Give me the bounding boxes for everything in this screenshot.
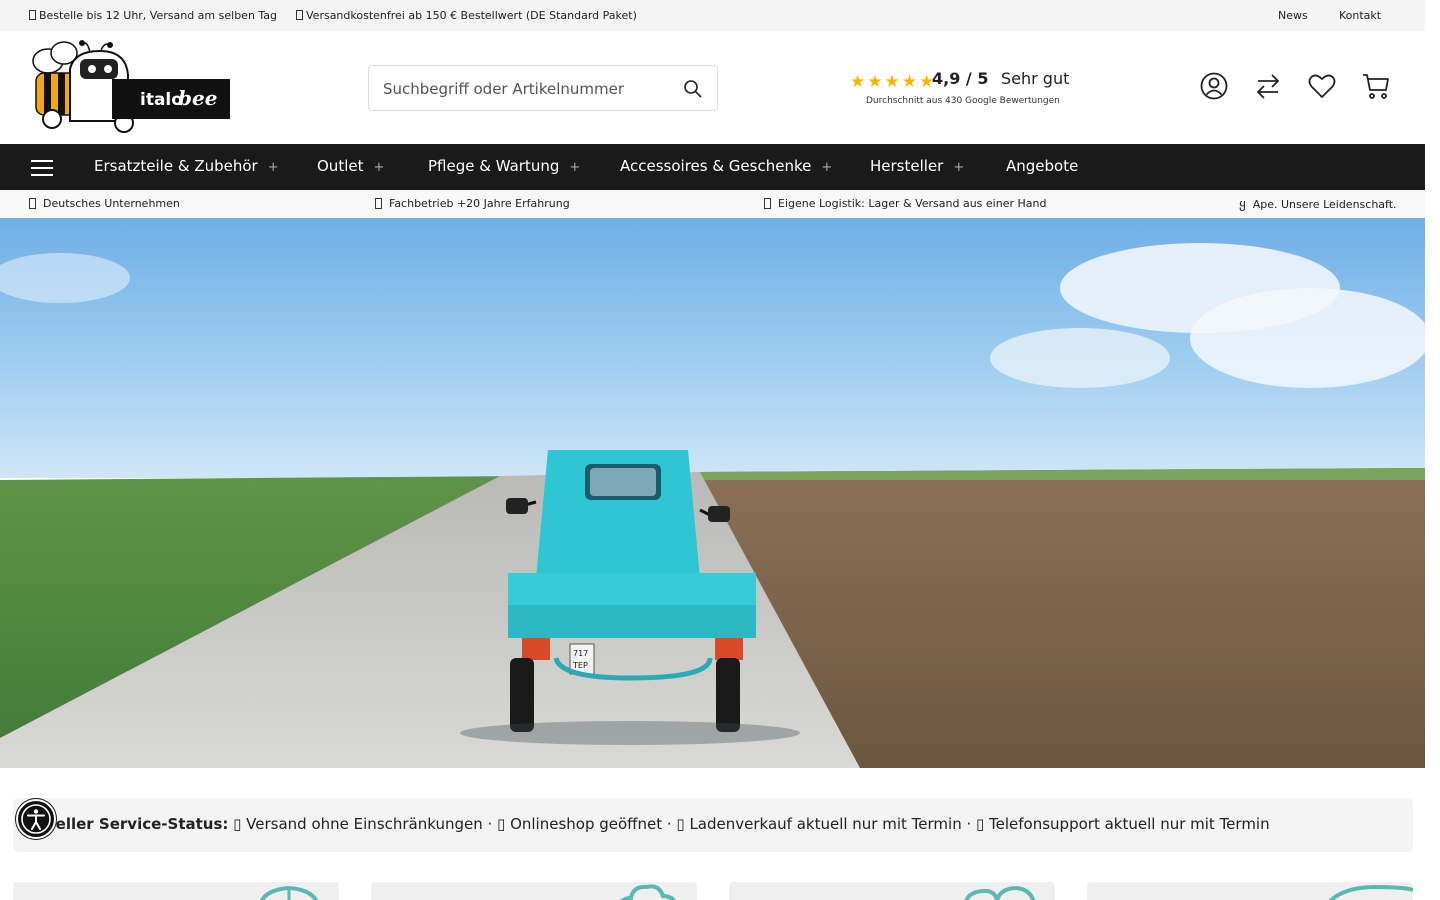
italobee-logo[interactable]: italo bee (30, 39, 232, 135)
info-free-shipping: Versandkostenfrei ab 150 € Bestellwert (… (296, 9, 637, 22)
svg-text:717: 717 (573, 649, 588, 658)
service-status-text: ▯ Versand ohne Einschränkungen · ▯ Onlin… (228, 815, 1270, 833)
usp-item: Fachbetrieb +20 Jahre Erfahrung (375, 197, 570, 210)
service-status-banner: ueller Service-Status: ▯ Versand ohne Ei… (13, 798, 1413, 852)
accessibility-icon (21, 804, 51, 834)
compare-icon[interactable] (1253, 71, 1283, 101)
expand-icon: + (821, 160, 833, 175)
news-link[interactable]: News (1278, 9, 1308, 22)
menu-icon[interactable] (31, 160, 53, 176)
search-input[interactable] (383, 78, 673, 100)
nav-pflege[interactable]: Pflege & Wartung + (428, 157, 580, 175)
info-same-day-shipping: Bestelle bis 12 Uhr, Versand am selben T… (29, 9, 277, 22)
category-card[interactable] (13, 882, 339, 900)
google-rating[interactable]: ★★★★★ 4,9 / 5 Sehr gut Durchschnitt aus … (850, 67, 1080, 111)
site-header: italo bee ★★★★★ 4,9 / 5 Sehr gut Durchsc… (0, 31, 1425, 144)
cloud-icon (620, 884, 676, 900)
top-info-bar: Bestelle bis 12 Uhr, Versand am selben T… (0, 0, 1425, 31)
expand-icon: + (373, 160, 385, 175)
account-icon[interactable] (1199, 71, 1229, 101)
usp-item: Eigene Logistik: Lager & Versand aus ein… (764, 197, 1046, 210)
rating-subtitle: Durchschnitt aus 430 Google Bewertungen (866, 96, 1060, 106)
expand-icon: + (569, 160, 581, 175)
rating-score: 4,9 / 5 (932, 69, 989, 88)
truck-icon (29, 10, 36, 20)
globe-icon (259, 885, 319, 900)
nav-ersatzteile[interactable]: Ersatzteile & Zubehör + (94, 157, 279, 175)
category-card[interactable] (1087, 882, 1413, 900)
usp-item: ყ Ape. Unsere Leidenschaft. (1239, 197, 1397, 212)
accessibility-button[interactable] (16, 799, 56, 839)
rating-stars: ★★★★★ (850, 72, 937, 92)
cart-icon[interactable] (1361, 71, 1391, 101)
wishlist-icon[interactable] (1307, 71, 1337, 101)
expand-icon: + (267, 160, 279, 175)
nav-accessoires[interactable]: Accessoires & Geschenke + (620, 157, 832, 175)
usp-bar: Deutsches Unternehmen Fachbetrieb +20 Ja… (0, 190, 1425, 218)
package-icon (296, 10, 303, 20)
category-card[interactable] (371, 882, 697, 900)
nav-outlet[interactable]: Outlet + (317, 157, 384, 175)
hero-image[interactable]: 717 TEP (0, 218, 1425, 768)
usp-item: Deutsches Unternehmen (29, 197, 180, 210)
expand-icon: + (953, 160, 965, 175)
arc-icon (1328, 884, 1413, 900)
nav-hersteller[interactable]: Hersteller + (870, 157, 964, 175)
wrench-icon (375, 198, 382, 209)
service-status-label: ueller Service-Status: (45, 815, 229, 833)
warehouse-icon (764, 198, 771, 209)
svg-text:TEP: TEP (572, 661, 588, 670)
contact-link[interactable]: Kontakt (1339, 9, 1381, 22)
search-icon[interactable] (683, 79, 703, 99)
flag-icon (29, 198, 36, 209)
nav-angebote[interactable]: Angebote (1006, 157, 1078, 175)
heart-icon (964, 885, 1036, 900)
svg-text:italo: italo (140, 90, 183, 110)
ape-icon: ყ (1239, 197, 1246, 212)
svg-text:bee: bee (178, 86, 217, 110)
main-navigation: Ersatzteile & Zubehör + Outlet + Pflege & … (0, 144, 1425, 190)
search-box[interactable] (368, 65, 718, 111)
category-card[interactable] (729, 882, 1055, 900)
rating-verdict: Sehr gut (1001, 69, 1070, 88)
